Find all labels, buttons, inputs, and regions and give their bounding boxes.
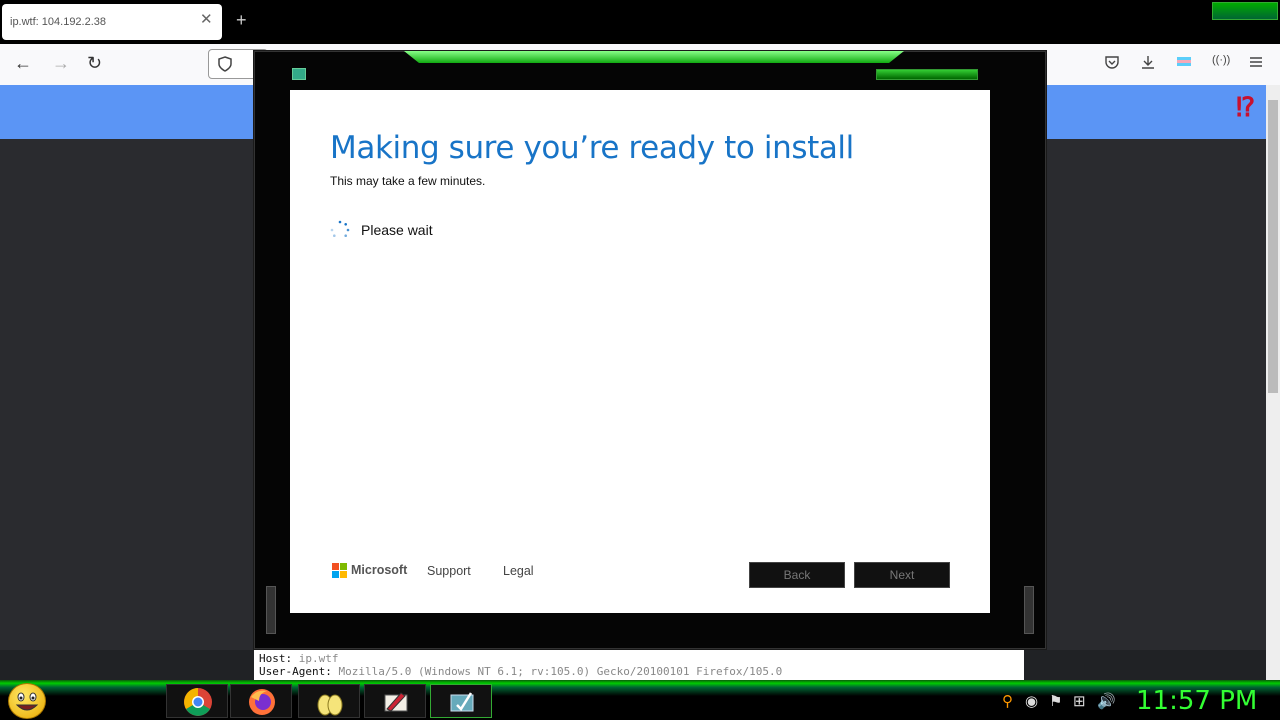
ua-value: Mozilla/5.0 (Windows NT 6.1; rv:105.0) G…	[338, 665, 783, 678]
reload-icon[interactable]: ↻	[87, 53, 102, 74]
new-tab-button[interactable]: +	[236, 10, 247, 31]
pocket-icon[interactable]	[1104, 54, 1120, 74]
reader-icon[interactable]: ((·))	[1212, 54, 1230, 66]
volume-icon[interactable]: 🔊	[1097, 692, 1116, 710]
tray-app-icon[interactable]: ◉	[1025, 692, 1038, 710]
browser-tab[interactable]: ip.wtf: 104.192.2.38	[2, 4, 222, 40]
host-label: Host	[259, 652, 286, 665]
support-link[interactable]: Support	[427, 564, 471, 578]
taskbar-explorer[interactable]	[298, 684, 360, 718]
scrollbar-thumb[interactable]	[1268, 100, 1278, 393]
dialog-subtitle: This may take a few minutes.	[330, 174, 486, 188]
dialog-title: Making sure you’re ready to install	[330, 130, 854, 166]
microsoft-brand: Microsoft	[351, 563, 408, 577]
back-icon[interactable]: ←	[14, 53, 32, 74]
network-icon[interactable]: ⊞	[1073, 692, 1086, 710]
back-button[interactable]: Back	[749, 562, 845, 588]
microsoft-logo-icon	[332, 563, 347, 578]
forward-icon[interactable]: →	[52, 53, 70, 74]
smiley-icon	[15, 692, 39, 711]
status-text: Please wait	[361, 222, 433, 238]
chrome-icon	[184, 688, 212, 716]
frame-title-glow	[404, 51, 904, 63]
legal-link[interactable]: Legal	[503, 564, 534, 578]
frame-left-handle	[266, 586, 276, 634]
start-button[interactable]	[8, 683, 46, 719]
host-value: ip.wtf	[298, 652, 339, 665]
request-headers: Host: ip.wtf User-Agent: Mozilla/5.0 (Wi…	[254, 650, 1024, 680]
download-icon[interactable]	[1140, 54, 1156, 74]
shield-icon	[218, 56, 232, 72]
next-button[interactable]: Next	[854, 562, 950, 588]
setup-icon	[450, 692, 474, 712]
tab-close-icon[interactable]: ✕	[200, 10, 213, 28]
ua-label: User-Agent	[259, 665, 326, 678]
extension-icon[interactable]	[1176, 54, 1192, 74]
frame-window-controls[interactable]	[876, 69, 978, 80]
taskbar-chrome[interactable]	[166, 684, 228, 718]
action-center-icon[interactable]: ⚑	[1049, 692, 1062, 710]
folder-icon	[317, 694, 343, 716]
frame-right-handle	[1024, 586, 1034, 634]
setup-dialog: Making sure you’re ready to install This…	[290, 90, 990, 613]
taskbar-clock[interactable]: 11:57 PM	[1136, 686, 1257, 716]
taskbar-paint[interactable]	[364, 684, 426, 718]
page-background-left	[0, 139, 255, 650]
taskbar-firefox[interactable]	[230, 684, 292, 718]
firefox-icon	[249, 689, 275, 715]
menu-icon[interactable]	[1248, 54, 1264, 74]
paint-icon	[384, 692, 408, 712]
loading-spinner-icon	[330, 220, 350, 237]
tab-title: ip.wtf: 104.192.2.38	[10, 16, 107, 28]
taskbar-setup[interactable]	[430, 684, 492, 718]
help-mark-icon: ⁉	[1236, 92, 1256, 122]
page-background-right	[1046, 139, 1266, 650]
search-icon[interactable]: ⚲	[1002, 692, 1013, 710]
setup-app-icon	[292, 68, 306, 80]
window-controls[interactable]	[1212, 2, 1278, 20]
